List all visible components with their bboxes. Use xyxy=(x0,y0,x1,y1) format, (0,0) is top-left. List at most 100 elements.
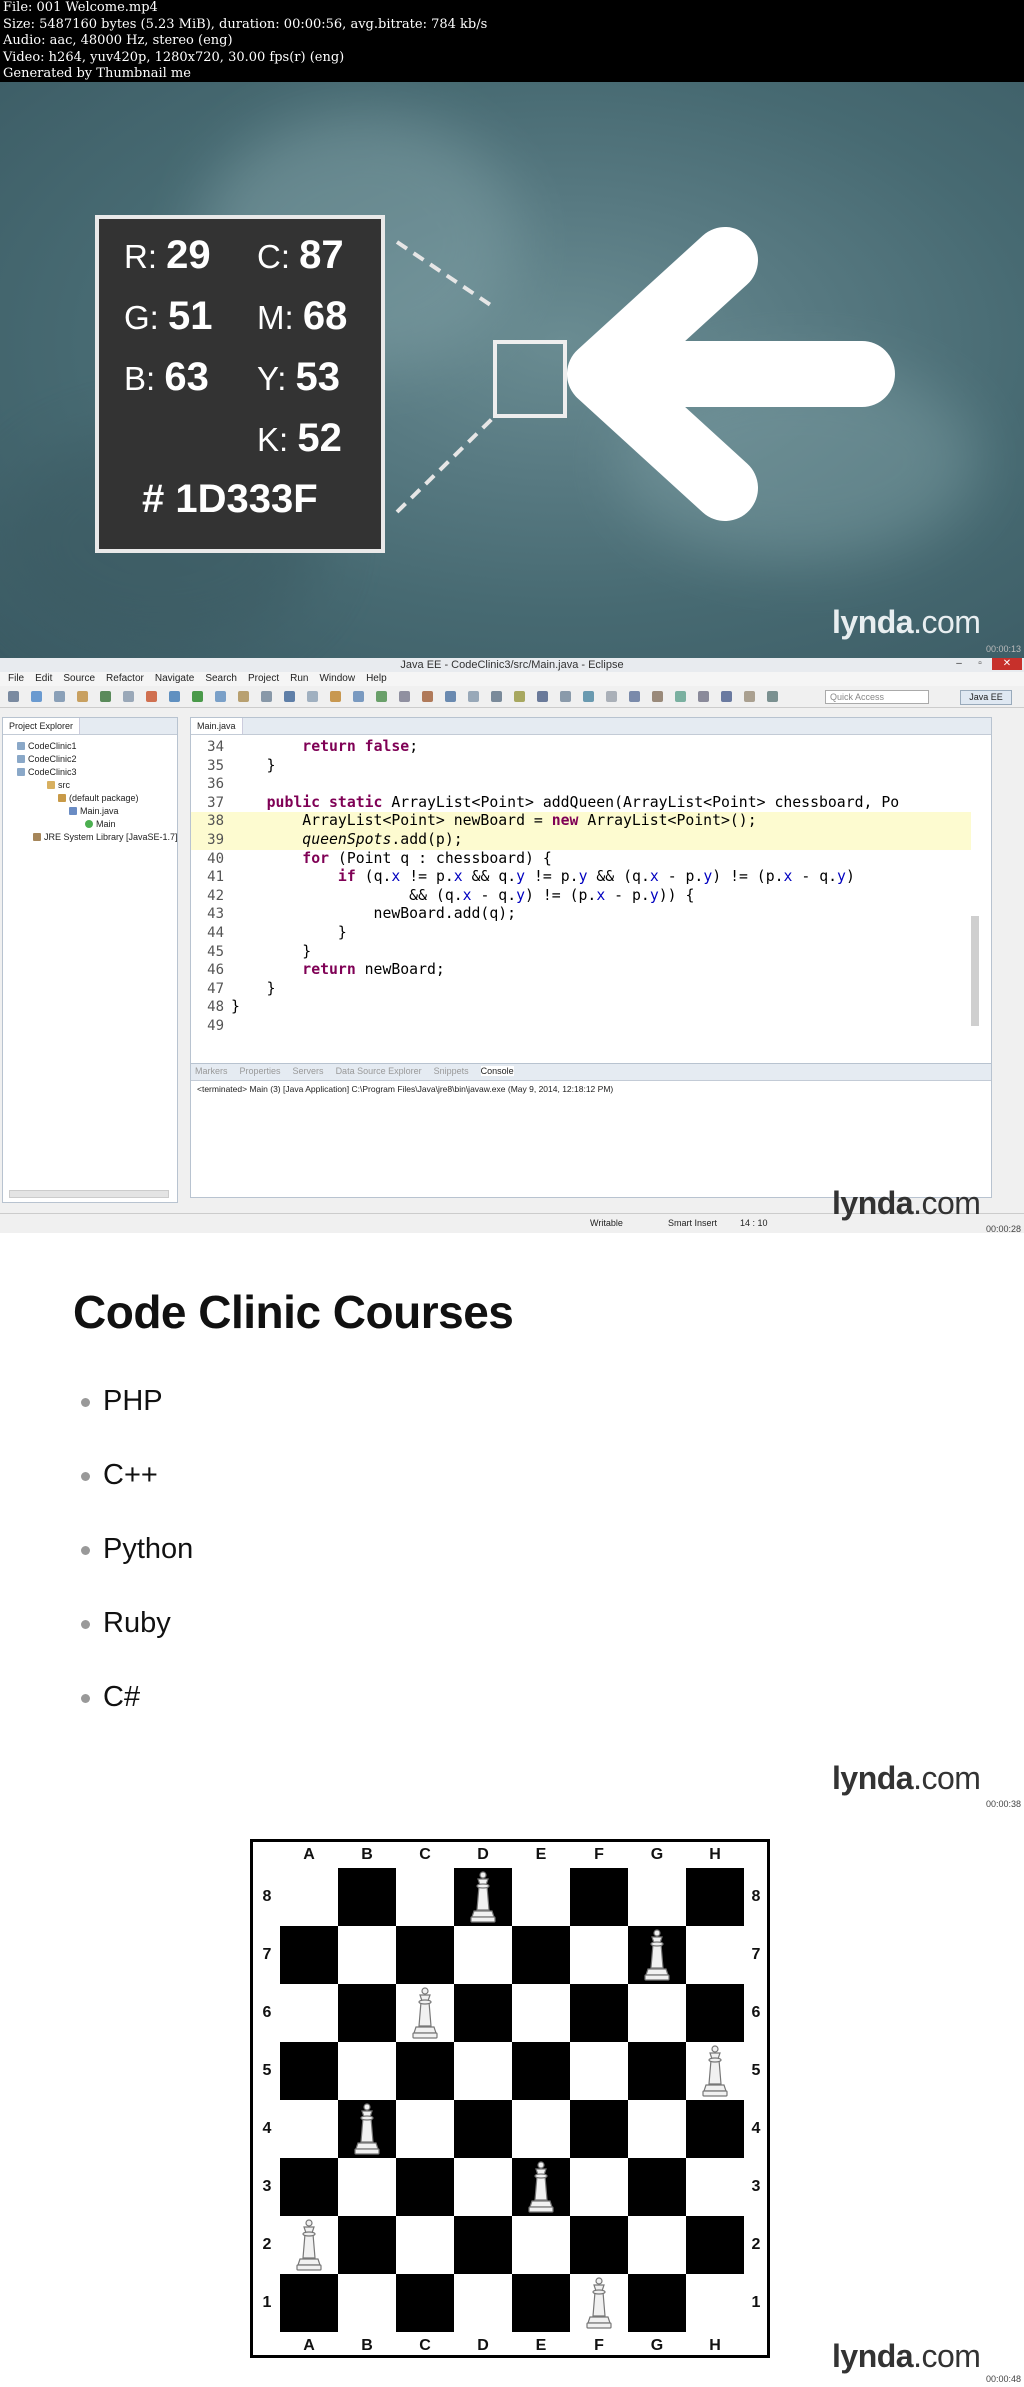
tree-item-codeclinic2[interactable]: CodeClinic2 xyxy=(17,753,77,765)
horizontal-scrollbar[interactable] xyxy=(9,1190,169,1198)
code-area[interactable]: 34 return false; 35 } 36 37 public static A… xyxy=(191,738,971,1036)
toolbar-button-icon[interactable] xyxy=(445,691,456,702)
rank-label: 8 xyxy=(262,1888,272,1905)
tab-markers[interactable]: Markers xyxy=(195,1066,228,1076)
zoom-line xyxy=(395,414,497,514)
toolbar-button-icon[interactable] xyxy=(330,691,341,702)
maximize-button[interactable]: ▫ xyxy=(971,658,989,670)
toolbar-button-icon[interactable] xyxy=(215,691,226,702)
toolbar-button-icon[interactable] xyxy=(54,691,65,702)
tab-project-explorer[interactable]: Project Explorer xyxy=(3,718,81,734)
code-line[interactable]: 38 ArrayList<Point> newBoard = new Array… xyxy=(191,812,971,831)
tree-item-main-java[interactable]: Main.java xyxy=(69,805,119,817)
toolbar-button-icon[interactable] xyxy=(399,691,410,702)
code-line[interactable]: 48} xyxy=(191,998,971,1017)
toolbar-button-icon[interactable] xyxy=(238,691,249,702)
toolbar-button-icon[interactable] xyxy=(468,691,479,702)
tab-servers[interactable]: Servers xyxy=(293,1066,324,1076)
toolbar-button-icon[interactable] xyxy=(560,691,571,702)
menu-help[interactable]: Help xyxy=(366,672,387,686)
zoom-line xyxy=(395,240,497,310)
tab-properties[interactable]: Properties xyxy=(240,1066,281,1076)
code-line[interactable]: 49 xyxy=(191,1017,971,1036)
menu-edit[interactable]: Edit xyxy=(35,672,52,686)
toolbar-button-icon[interactable] xyxy=(100,691,111,702)
toolbar-button-icon[interactable] xyxy=(491,691,502,702)
code-line[interactable]: 47 } xyxy=(191,980,971,999)
toolbar-button-icon[interactable] xyxy=(675,691,686,702)
header-line: Size: 5487160 bytes (5.23 MiB), duration… xyxy=(3,16,488,32)
tree-item-main-class[interactable]: Main xyxy=(85,818,116,830)
menu-refactor[interactable]: Refactor xyxy=(106,672,144,686)
menu-search[interactable]: Search xyxy=(205,672,237,686)
tab-data-source-explorer[interactable]: Data Source Explorer xyxy=(336,1066,422,1076)
perspective-java-ee[interactable]: Java EE xyxy=(960,690,1012,705)
queen-icon xyxy=(512,2158,570,2216)
toolbar-button-icon[interactable] xyxy=(284,691,295,702)
menu-source[interactable]: Source xyxy=(63,672,95,686)
tree-item-codeclinic1[interactable]: CodeClinic1 xyxy=(17,740,77,752)
menu-project[interactable]: Project xyxy=(248,672,279,686)
toolbar-button-icon[interactable] xyxy=(353,691,364,702)
close-button[interactable]: ✕ xyxy=(992,658,1022,670)
code-line[interactable]: 46 return newBoard; xyxy=(191,961,971,980)
code-line[interactable]: 34 return false; xyxy=(191,738,971,757)
tab-main-java[interactable]: Main.java xyxy=(191,718,243,734)
code-line[interactable]: 44 } xyxy=(191,924,971,943)
tree-item-default-package[interactable]: (default package) xyxy=(58,792,139,804)
file-label: F xyxy=(594,2337,604,2354)
timestamp: 00:00:38 xyxy=(985,1799,1021,1808)
toolbar-button-icon[interactable] xyxy=(8,691,19,702)
video-frame-courses: Code Clinic Courses PHP C++ Python Ruby … xyxy=(0,1233,1024,1808)
code-line[interactable]: 37 public static ArrayList<Point> addQue… xyxy=(191,794,971,813)
code-line[interactable]: 40 for (Point q : chessboard) { xyxy=(191,850,971,869)
board-square xyxy=(280,1868,338,1926)
toolbar-button-icon[interactable] xyxy=(422,691,433,702)
toolbar-button-icon[interactable] xyxy=(514,691,525,702)
toolbar-button-icon[interactable] xyxy=(307,691,318,702)
toolbar-button-icon[interactable] xyxy=(606,691,617,702)
toolbar-button-icon[interactable] xyxy=(767,691,778,702)
line-number: 34 xyxy=(207,739,224,755)
line-number: 38 xyxy=(207,813,224,830)
menu-window[interactable]: Window xyxy=(319,672,355,686)
tree-item-codeclinic3[interactable]: CodeClinic3 xyxy=(17,766,77,778)
toolbar-button-icon[interactable] xyxy=(146,691,157,702)
toolbar-button-icon[interactable] xyxy=(77,691,88,702)
vertical-scrollbar[interactable] xyxy=(971,916,979,1026)
toolbar-button-icon[interactable] xyxy=(744,691,755,702)
toolbar-button-icon[interactable] xyxy=(261,691,272,702)
toolbar-button-icon[interactable] xyxy=(537,691,548,702)
tree-item-jre-library[interactable]: JRE System Library [JavaSE-1.7] xyxy=(33,831,178,843)
code-line[interactable]: 43 newBoard.add(q); xyxy=(191,905,971,924)
board-square xyxy=(396,1926,454,1984)
menu-navigate[interactable]: Navigate xyxy=(155,672,194,686)
toolbar-button-icon[interactable] xyxy=(721,691,732,702)
code-line[interactable]: 41 if (q.x != p.x && q.y != p.y && (q.x … xyxy=(191,868,971,887)
course-item: C# xyxy=(80,1681,141,1713)
code-text: return newBoard; xyxy=(302,961,445,979)
code-line[interactable]: 42 && (q.x - q.y) != (p.x - p.y)) { xyxy=(191,887,971,906)
minimize-button[interactable]: – xyxy=(950,658,968,670)
code-line[interactable]: 39 queenSpots.add(p); xyxy=(191,830,971,850)
toolbar-button-icon[interactable] xyxy=(192,691,203,702)
file-label: A xyxy=(303,1846,315,1863)
menu-file[interactable]: File xyxy=(8,672,24,686)
toolbar-button-icon[interactable] xyxy=(376,691,387,702)
quick-access-input[interactable]: Quick Access xyxy=(825,690,929,704)
tab-console[interactable]: Console xyxy=(480,1066,514,1076)
toolbar-button-icon[interactable] xyxy=(698,691,709,702)
toolbar-button-icon[interactable] xyxy=(652,691,663,702)
toolbar-button-icon[interactable] xyxy=(123,691,134,702)
tab-snippets[interactable]: Snippets xyxy=(434,1066,469,1076)
toolbar-button-icon[interactable] xyxy=(169,691,180,702)
tree-item-src[interactable]: src xyxy=(47,779,70,791)
code-editor[interactable]: Main.java 34 return false; 35 } 36 37 publi… xyxy=(190,717,992,1117)
menu-run[interactable]: Run xyxy=(290,672,308,686)
code-line[interactable]: 35 } xyxy=(191,757,971,776)
code-line[interactable]: 36 xyxy=(191,775,971,794)
toolbar-button-icon[interactable] xyxy=(629,691,640,702)
toolbar-button-icon[interactable] xyxy=(31,691,42,702)
toolbar-button-icon[interactable] xyxy=(583,691,594,702)
code-line[interactable]: 45 } xyxy=(191,943,971,962)
